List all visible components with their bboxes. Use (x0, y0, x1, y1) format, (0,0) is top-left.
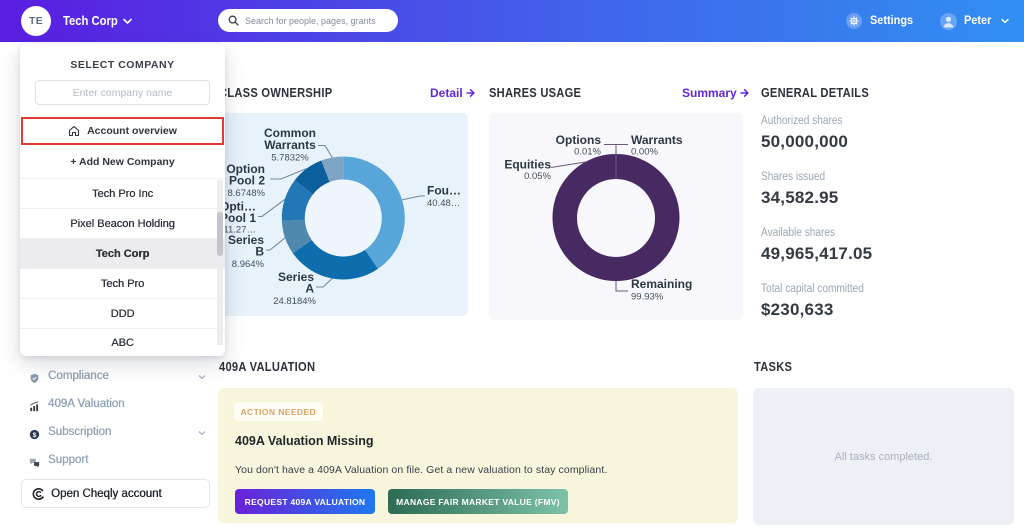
svg-text:Fou…: Fou… (427, 184, 461, 198)
svg-text:24.8184%: 24.8184% (273, 296, 316, 307)
svg-text:0.00%: 0.00% (631, 147, 658, 158)
svg-text:A: A (305, 282, 314, 296)
svg-text:Pool 1: Pool 1 (220, 211, 256, 225)
svg-text:B: B (255, 245, 264, 259)
svg-text:40.48…: 40.48… (427, 198, 460, 209)
svg-text:5.7832%: 5.7832% (271, 153, 309, 164)
svg-text:Pool 2: Pool 2 (229, 174, 265, 188)
svg-text:Warrants: Warrants (264, 138, 316, 152)
svg-text:8.964%: 8.964% (232, 259, 265, 270)
svg-text:Remaining: Remaining (631, 277, 692, 291)
svg-text:$: $ (33, 432, 37, 439)
svg-text:Options: Options (556, 133, 602, 147)
svg-text:99.93%: 99.93% (631, 292, 664, 303)
svg-text:Warrants: Warrants (631, 133, 683, 147)
svg-text:0.01%: 0.01% (574, 147, 601, 158)
svg-text:8.6748%: 8.6748% (227, 188, 265, 199)
svg-text:Equities: Equities (504, 158, 551, 172)
svg-text:0.05%: 0.05% (524, 171, 551, 182)
